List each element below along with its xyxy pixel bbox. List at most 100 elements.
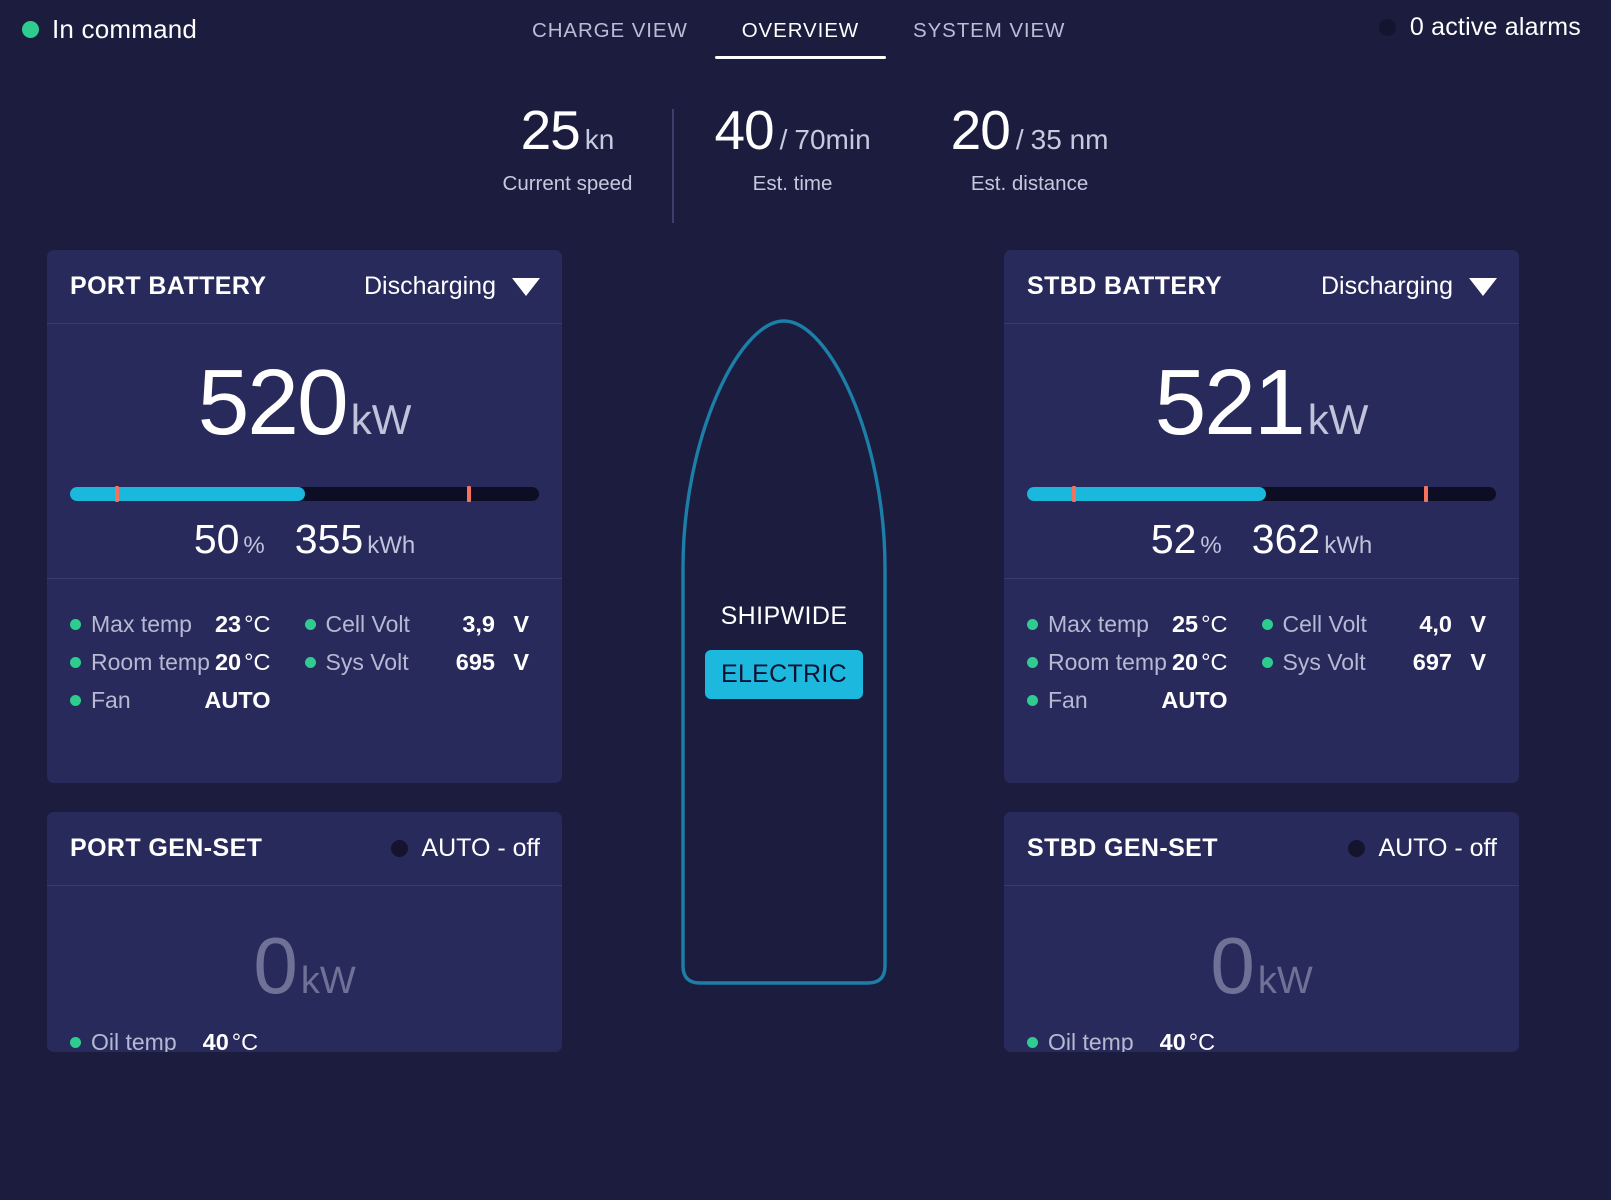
stbd-sys-volt-label: Sys Volt — [1282, 648, 1366, 675]
port-battery-header: PORT BATTERY Discharging — [47, 250, 562, 324]
stbd-oil-temp-label: Oil temp — [1048, 1029, 1134, 1052]
est-distance-slash: / — [1015, 124, 1024, 155]
stbd-genset-oil-temp: Oil temp 40 °C — [1027, 1029, 1215, 1052]
tab-system-view[interactable]: SYSTEM VIEW — [886, 12, 1092, 59]
stbd-battery-stats-left: Max temp 25 °C Room temp 20 °C Fan AUTO — [1027, 605, 1262, 719]
tab-charge-view[interactable]: CHARGE VIEW — [505, 12, 715, 59]
stat-row: Sys Volt 697 V — [1261, 643, 1497, 681]
shipwide-mode-button[interactable]: ELECTRIC — [705, 650, 863, 699]
stbd-battery-power-block: 521 kW 52 % 362 kWh — [1004, 324, 1519, 579]
metric-est-time: 40 / 70min Est. time — [674, 103, 910, 196]
stbd-max-temp-number: 25 — [1171, 610, 1199, 637]
status-dot-icon — [1027, 694, 1038, 706]
port-genset-oil-temp: Oil temp 40 °C — [70, 1029, 258, 1052]
chevron-down-icon[interactable] — [512, 277, 540, 296]
stbd-battery-soc-fill — [1027, 487, 1267, 501]
tab-overview[interactable]: OVERVIEW — [714, 12, 887, 59]
port-battery-subvalues: 50 % 355 kWh — [69, 519, 540, 560]
port-room-temp-unit: °C — [244, 648, 271, 675]
port-oil-temp-number: 40 — [202, 1029, 229, 1052]
port-max-temp-unit: °C — [244, 610, 271, 637]
genset-status-icon — [391, 840, 409, 857]
stbd-battery-soc-unit: % — [1200, 532, 1222, 559]
port-battery-soc-marker-high — [466, 486, 471, 502]
stbd-battery-stats: Max temp 25°C Room temp 20°C Fan AUTO — [1004, 579, 1519, 747]
stbd-max-temp-value: 25 °C — [1172, 611, 1228, 638]
stat-row: Fan AUTO — [1027, 681, 1262, 719]
stbd-battery-title: STBD BATTERY — [1027, 272, 1223, 300]
current-speed-caption: Current speed — [502, 172, 633, 195]
stbd-battery-energy: 362 kWh — [1252, 519, 1372, 560]
port-battery-soc-marker-low — [114, 486, 119, 502]
port-battery-energy-value: 355 — [294, 516, 364, 562]
port-battery-energy-unit: kWh — [367, 532, 416, 559]
port-sys-volt-unit: V — [513, 648, 529, 675]
stbd-fan-label: Fan — [1048, 686, 1088, 713]
stat-row: Cell Volt 3,9 V — [304, 605, 540, 643]
port-genset-body: 0 kW Oil temp 40 °C — [47, 886, 562, 1052]
stbd-battery-subvalues: 52 % 362 kWh — [1026, 519, 1497, 560]
est-time-total: 70min — [794, 124, 871, 155]
status-dot-icon — [70, 618, 81, 630]
stat-row: Fan AUTO — [70, 681, 305, 719]
overview-dashboard: In command CHARGE VIEW OVERVIEW SYSTEM V… — [0, 0, 1611, 1200]
port-genset-power-unit: kW — [300, 960, 356, 1002]
stbd-oil-temp-unit: °C — [1188, 1029, 1216, 1052]
port-battery-soc-bar — [70, 486, 539, 502]
port-room-temp-label: Room temp — [91, 648, 210, 675]
genset-status-icon — [1348, 840, 1366, 857]
port-battery-soc-fill — [70, 487, 305, 501]
stbd-genset-body: 0 kW Oil temp 40 °C — [1004, 886, 1519, 1052]
status-dot-icon — [1027, 1037, 1038, 1048]
stbd-genset-card: STBD GEN-SET AUTO - off 0 kW Oil temp 40… — [1004, 812, 1519, 1052]
port-battery-card: PORT BATTERY Discharging 520 kW 50 % 355… — [47, 250, 562, 783]
status-dot-icon — [304, 656, 316, 668]
status-dot-icon — [1261, 618, 1273, 630]
stbd-battery-status[interactable]: Discharging — [1321, 272, 1497, 301]
stbd-battery-soc: 52 % — [1151, 519, 1222, 560]
metric-est-distance: 20 / 35 nm Est. distance — [911, 103, 1149, 196]
stbd-room-temp-label: Room temp — [1048, 648, 1167, 675]
stbd-battery-soc-marker-high — [1423, 486, 1428, 502]
current-speed-value: 25 — [520, 99, 581, 161]
port-genset-power-value: 0 — [253, 921, 298, 1010]
port-battery-power-unit: kW — [350, 396, 412, 443]
port-sys-volt-label: Sys Volt — [325, 648, 409, 675]
chevron-down-icon[interactable] — [1469, 277, 1497, 296]
view-tabs: CHARGE VIEW OVERVIEW SYSTEM VIEW — [505, 12, 1092, 59]
stat-row: Max temp 23 °C — [70, 605, 305, 643]
port-battery-status[interactable]: Discharging — [364, 272, 540, 301]
status-dot-icon — [1027, 618, 1038, 630]
top-bar: In command CHARGE VIEW OVERVIEW SYSTEM V… — [0, 0, 1611, 72]
port-battery-status-label: Discharging — [363, 272, 496, 300]
stbd-room-temp-value: 20 °C — [1172, 649, 1228, 676]
port-cell-volt-value: 3,9 — [462, 610, 495, 637]
stat-row: Room temp 20 °C — [1027, 643, 1262, 681]
stbd-battery-soc-bar — [1027, 486, 1496, 502]
voyage-metrics: 25 kn Current speed 40 / 70min Est. time… — [0, 103, 1611, 223]
stbd-battery-power-value: 521 — [1154, 350, 1306, 454]
stat-row: Cell Volt 4,0 V — [1261, 605, 1497, 643]
status-dot-icon — [70, 1037, 81, 1048]
stbd-fan-value: AUTO — [1161, 686, 1228, 713]
stbd-battery-stats-right: Cell Volt 4,0 V Sys Volt 697 V — [1261, 605, 1497, 719]
stbd-sys-volt-unit: V — [1470, 648, 1486, 675]
stbd-genset-status[interactable]: AUTO - off — [1348, 834, 1497, 863]
alarms-label: 0 active alarms — [1409, 13, 1581, 41]
stbd-oil-temp-number: 40 — [1159, 1029, 1186, 1052]
alarms-indicator[interactable]: 0 active alarms — [1378, 13, 1581, 42]
command-status-label: In command — [52, 14, 198, 44]
stbd-cell-volt-label: Cell Volt — [1282, 610, 1367, 637]
port-battery-power-block: 520 kW 50 % 355 kWh — [47, 324, 562, 579]
stbd-sys-volt-value: 697 — [1412, 648, 1452, 675]
port-battery-stats: Max temp 23°C Room temp 20°C Fan AUTO — [47, 579, 562, 747]
port-oil-temp-unit: °C — [231, 1029, 259, 1052]
est-distance-total: 35 nm — [1030, 124, 1109, 155]
port-battery-stats-right: Cell Volt 3,9 V Sys Volt 695 V — [304, 605, 540, 719]
port-genset-card: PORT GEN-SET AUTO - off 0 kW Oil temp 40… — [47, 812, 562, 1052]
est-distance-value: 20 — [950, 99, 1011, 161]
port-genset-status[interactable]: AUTO - off — [391, 834, 540, 863]
port-cell-volt-unit: V — [513, 610, 529, 637]
stbd-battery-card: STBD BATTERY Discharging 521 kW 52 % 362… — [1004, 250, 1519, 783]
est-distance-caption: Est. distance — [970, 172, 1089, 195]
